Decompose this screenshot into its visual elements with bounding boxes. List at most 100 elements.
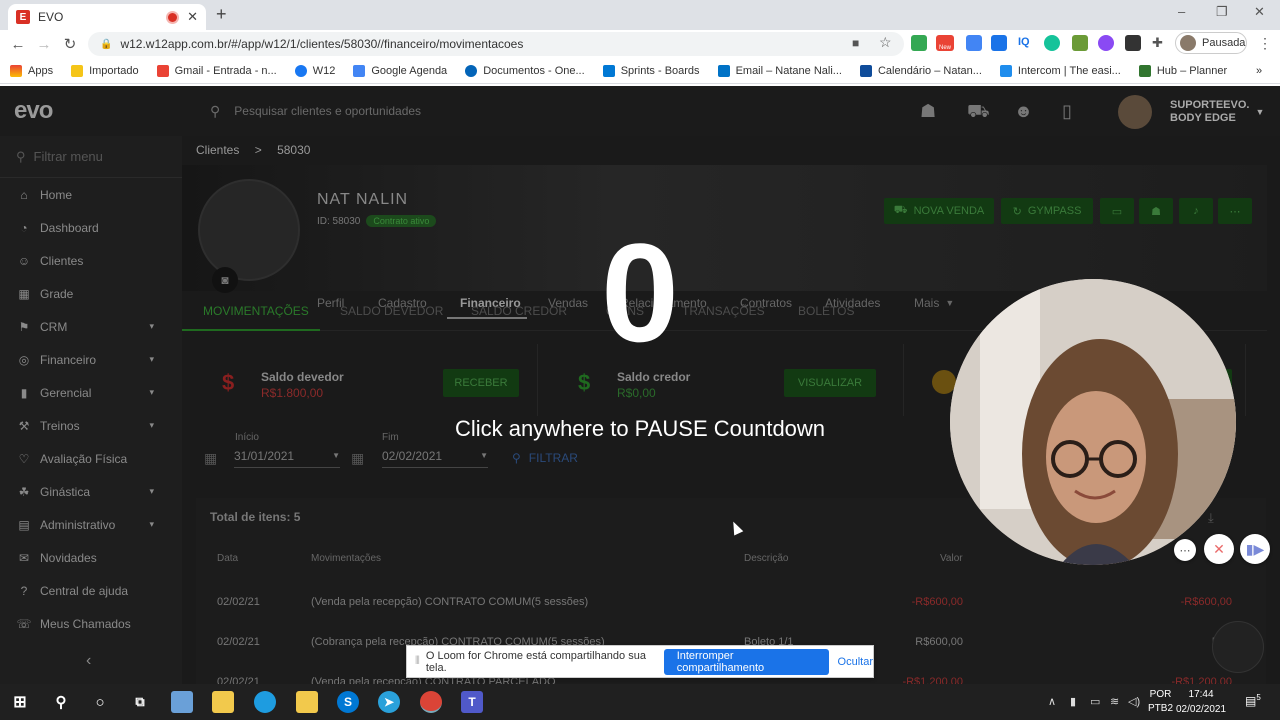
sidebar-item-meus-chamados[interactable]: ☏ Meus Chamados [0, 607, 182, 640]
card-button[interactable]: ▭ [1100, 198, 1134, 224]
nova-venda-button[interactable]: ⛟ NOVA VENDA [884, 198, 994, 224]
header-movimentacoes[interactable]: Movimentações [311, 553, 381, 564]
stop-sharing-button[interactable]: Interromper compartilhamento [663, 648, 829, 675]
menu-dots-icon[interactable]: ⋮ [1258, 35, 1272, 52]
client-search[interactable]: ⚲ Pesquisar clientes e oportunidades [200, 97, 626, 125]
clock[interactable]: 17:44 02/02/2021 [1176, 687, 1226, 717]
bookmark-w12[interactable]: W12 [294, 64, 335, 77]
evo-logo[interactable]: evo [14, 97, 53, 125]
bookmark-documentos[interactable]: Documentos - One... [465, 64, 585, 77]
browser-tab[interactable]: E EVO ✕ [8, 4, 206, 30]
cart-icon[interactable]: ⛟ [967, 101, 990, 125]
sticky-notes-icon[interactable] [296, 691, 318, 713]
sidebar-item-central-de-ajuda[interactable]: ? Central de ajuda [0, 574, 182, 607]
bell-button[interactable]: ♪ [1179, 198, 1213, 224]
filtrar-button[interactable]: ⚲ FILTRAR [512, 451, 578, 465]
language-indicator[interactable]: POR PTB2 [1148, 688, 1173, 716]
chat-launcher-button[interactable] [1212, 621, 1264, 673]
pause-recording-button[interactable]: ▮▶ [1240, 534, 1270, 564]
teams-icon[interactable]: T [461, 691, 483, 713]
url-field[interactable]: 🔒 w12.w12app.com.br/#/app/w12/1/clientes… [88, 32, 904, 56]
volume-icon[interactable]: ◁) [1128, 695, 1140, 708]
bookmark-calendario[interactable]: Calendário – Natan... [859, 64, 982, 77]
sidebar-item-avalia-o-f-sica[interactable]: ♡ Avaliação Física [0, 442, 182, 475]
notes-app-icon[interactable] [171, 691, 193, 713]
user-notifications-icon[interactable]: ☻ [1014, 101, 1033, 122]
sidebar-item-gin-stica[interactable]: ☘ Ginástica ▾ [0, 475, 182, 508]
start-date-field[interactable]: 31/01/2021 ▼ [234, 444, 340, 468]
sidebar-item-gerencial[interactable]: ▮ Gerencial ▾ [0, 376, 182, 409]
group-button[interactable]: ☗ [1139, 198, 1173, 224]
extension-icon[interactable] [966, 35, 982, 51]
collapse-sidebar-icon[interactable]: ‹ [86, 652, 91, 670]
sidebar-item-novidades[interactable]: ✉ Novidades [0, 541, 182, 574]
bookmark-star-icon[interactable]: ☆ [879, 34, 892, 51]
close-window-button[interactable]: ✕ [1254, 4, 1265, 20]
maximize-button[interactable]: ❐ [1216, 4, 1228, 20]
iq-extension-icon[interactable]: IQ [1018, 36, 1030, 48]
extension-icon[interactable] [991, 35, 1007, 51]
battery-icon[interactable]: ▭ [1090, 695, 1100, 708]
sidebar-item-administrativo[interactable]: ▤ Administrativo ▾ [0, 508, 182, 541]
header-descricao[interactable]: Descrição [744, 553, 788, 564]
cancel-recording-button[interactable]: ✕ [1204, 534, 1234, 564]
download-icon[interactable]: ⤓ [1208, 510, 1214, 526]
tab-saldo-devedor[interactable]: SALDO DEVEDOR [340, 291, 443, 331]
bookmarks-more[interactable]: » [1256, 65, 1262, 77]
new-extension-icon[interactable]: New [936, 35, 954, 51]
gympass-button[interactable]: ↻ GYMPASS [1001, 198, 1093, 224]
extension-icon[interactable] [1098, 35, 1114, 51]
edge-icon[interactable] [254, 691, 276, 713]
bookmark-planner[interactable]: Hub – Planner [1138, 64, 1227, 77]
reload-icon[interactable]: ↻ [57, 35, 83, 53]
more-options-button[interactable]: ⋯ [1174, 539, 1196, 561]
end-date-field[interactable]: 02/02/2021 ▼ [382, 444, 488, 468]
header-data[interactable]: Data [217, 553, 238, 564]
bookmark-google-agenda[interactable]: Google Agenda [353, 64, 447, 77]
skype-icon[interactable]: S [337, 691, 359, 713]
extension-icon[interactable] [1072, 35, 1088, 51]
notifications-icon[interactable]: ▤5 [1245, 693, 1261, 708]
forward-icon[interactable]: → [31, 36, 57, 53]
new-tab-button[interactable]: + [216, 4, 227, 25]
receber-button[interactable]: RECEBER [443, 369, 519, 397]
grammarly-icon[interactable] [1044, 35, 1060, 51]
visualizar-button[interactable]: VISUALIZAR [784, 369, 876, 397]
sidebar-item-treinos[interactable]: ⚒ Treinos ▾ [0, 409, 182, 442]
telegram-icon[interactable]: ➤ [378, 691, 400, 713]
search-icon[interactable]: ⚲ [50, 691, 72, 713]
bookmark-intercom[interactable]: Intercom | The easi... [999, 64, 1121, 77]
hide-button[interactable]: Ocultar [838, 656, 873, 668]
filter-menu-input[interactable]: ⚲ Filtrar menu [0, 136, 182, 178]
more-button[interactable]: ⋯ [1218, 198, 1252, 224]
microphone-icon[interactable]: ▮ [1070, 695, 1076, 708]
bookmark-apps[interactable]: Apps [10, 64, 53, 77]
tab-boletos[interactable]: BOLETOS [798, 291, 854, 331]
bookmark-gmail[interactable]: Gmail - Entrada - n... [156, 64, 277, 77]
cortana-icon[interactable]: ○ [89, 691, 111, 713]
header-valor[interactable]: Valor [940, 553, 963, 564]
breadcrumb-clientes[interactable]: Clientes [196, 143, 239, 157]
sidebar-item-crm[interactable]: ⚑ CRM ▾ [0, 310, 182, 343]
profile-button[interactable]: Pausada [1175, 32, 1247, 54]
bookmark-email[interactable]: Email – Natane Nali... [717, 64, 842, 77]
puzzle-icon[interactable]: ✚ [1152, 35, 1163, 51]
add-user-icon[interactable]: ☗ [920, 101, 936, 122]
chrome-icon[interactable] [420, 691, 442, 713]
task-view-icon[interactable]: ⧉ [129, 691, 151, 713]
tab-movimentacoes[interactable]: MOVIMENTAÇÕES [203, 291, 309, 331]
tab-close-icon[interactable]: ✕ [187, 9, 198, 25]
tray-up-arrow-icon[interactable]: ∧ [1048, 695, 1056, 708]
minimize-button[interactable]: – [1178, 4, 1185, 19]
sidebar-item-clientes[interactable]: ☺ Clientes [0, 244, 182, 277]
mobile-icon[interactable]: ▯ [1062, 101, 1072, 122]
file-explorer-icon[interactable] [212, 691, 234, 713]
bookmark-sprints[interactable]: Sprints - Boards [602, 64, 700, 77]
countdown-number[interactable]: 0 [560, 218, 720, 368]
drag-handle-icon[interactable]: ⦀ [415, 655, 420, 668]
sidebar-item-financeiro[interactable]: ◎ Financeiro ▾ [0, 343, 182, 376]
wifi-icon[interactable]: ≋ [1110, 695, 1119, 708]
sidebar-item-grade[interactable]: ▦ Grade [0, 277, 182, 310]
pause-countdown-text[interactable]: Click anywhere to PAUSE Countdown [380, 416, 900, 442]
drive-icon[interactable] [911, 35, 927, 51]
